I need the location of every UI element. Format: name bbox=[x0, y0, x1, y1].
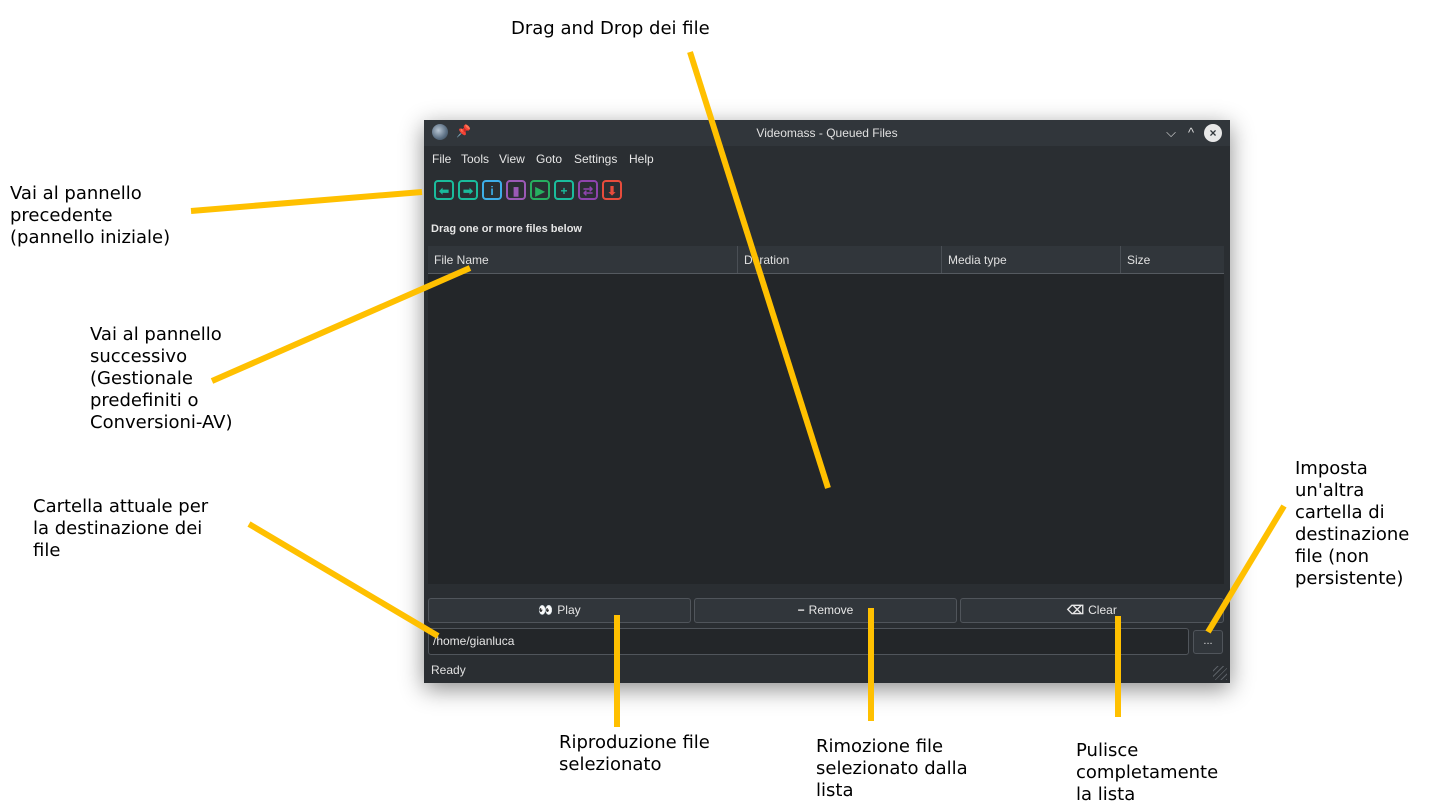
menu-goto[interactable]: Goto bbox=[536, 152, 562, 166]
minus-icon: − bbox=[797, 603, 805, 617]
drop-label: Drag one or more files below bbox=[431, 223, 582, 235]
menu-bar: File Tools View Goto Settings Help bbox=[424, 148, 1230, 170]
remove-label: Remove bbox=[808, 603, 854, 617]
status-text: Ready bbox=[431, 663, 466, 677]
back-button[interactable]: ⬅ bbox=[434, 180, 454, 200]
annotation-set-folder: Imposta un'altra cartella di destinazion… bbox=[1295, 458, 1410, 589]
add-list-button[interactable]: + bbox=[554, 180, 574, 200]
resize-grip-icon[interactable] bbox=[1213, 666, 1227, 680]
clear-button[interactable]: ⌫ Clear bbox=[960, 598, 1224, 623]
play-icon: ▶ bbox=[535, 184, 545, 198]
back-icon: ⬅ bbox=[438, 184, 450, 198]
annotation-clear: Pulisce completamente la lista bbox=[1076, 740, 1219, 805]
play-toolbar-button[interactable]: ▶ bbox=[530, 180, 550, 200]
clear-label: Clear bbox=[1088, 603, 1117, 617]
menu-settings[interactable]: Settings bbox=[574, 152, 617, 166]
column-media-type[interactable]: Media type bbox=[942, 246, 1121, 273]
minimize-icon[interactable]: ⌵ bbox=[1162, 124, 1180, 142]
title-bar: 📌 Videomass - Queued Files ⌵ ^ × bbox=[424, 120, 1230, 146]
menu-view[interactable]: View bbox=[499, 152, 525, 166]
column-size[interactable]: Size bbox=[1121, 246, 1224, 273]
column-file-name[interactable]: File Name bbox=[428, 246, 738, 273]
play-label: Play bbox=[557, 603, 581, 617]
media-info-button[interactable]: i bbox=[482, 180, 502, 200]
menu-tools[interactable]: Tools bbox=[461, 152, 489, 166]
annotation-next-panel: Vai al pannello successivo (Gestionale p… bbox=[90, 324, 233, 433]
stats-button[interactable]: ▮ bbox=[506, 180, 526, 200]
menu-help[interactable]: Help bbox=[629, 152, 654, 166]
menu-file[interactable]: File bbox=[432, 152, 451, 166]
list-header: File Name Duration Media type Size bbox=[428, 246, 1224, 274]
file-drop-list[interactable]: File Name Duration Media type Size bbox=[428, 246, 1224, 584]
media-info-icon: i bbox=[490, 184, 494, 198]
download-button[interactable]: ⬇ bbox=[602, 180, 622, 200]
swap-icon: ⇄ bbox=[582, 184, 594, 198]
annotation-remove: Rimozione file selezionato dalla lista bbox=[816, 736, 968, 801]
arrow-prev-panel bbox=[190, 189, 423, 214]
browse-folder-button[interactable]: ... bbox=[1193, 630, 1223, 654]
column-duration[interactable]: Duration bbox=[738, 246, 942, 273]
annotation-dest-folder: Cartella attuale per la destinazione dei… bbox=[33, 496, 209, 561]
remove-button[interactable]: − Remove bbox=[694, 598, 957, 623]
annotation-play: Riproduzione file selezionato bbox=[559, 732, 710, 775]
download-icon: ⬇ bbox=[606, 184, 618, 198]
destination-path-field[interactable]: /home/gianluca bbox=[428, 628, 1189, 655]
swap-button[interactable]: ⇄ bbox=[578, 180, 598, 200]
annotation-drag-drop: Drag and Drop dei file bbox=[511, 18, 710, 39]
bar-chart-icon: ▮ bbox=[512, 184, 520, 198]
close-icon[interactable]: × bbox=[1204, 124, 1222, 142]
forward-button[interactable]: ➡ bbox=[458, 180, 478, 200]
play-button[interactable]: 👀 Play bbox=[428, 598, 691, 623]
eyes-icon: 👀 bbox=[538, 603, 554, 617]
annotation-prev-panel: Vai al pannello precedente (pannello ini… bbox=[10, 183, 171, 248]
maximize-icon[interactable]: ^ bbox=[1182, 124, 1200, 142]
backspace-icon: ⌫ bbox=[1067, 603, 1085, 617]
arrow-dest-folder bbox=[247, 521, 440, 639]
app-window: 📌 Videomass - Queued Files ⌵ ^ × File To… bbox=[424, 120, 1230, 683]
window-title: Videomass - Queued Files bbox=[756, 126, 898, 140]
forward-icon: ➡ bbox=[462, 184, 474, 198]
add-list-icon: + bbox=[560, 184, 568, 198]
